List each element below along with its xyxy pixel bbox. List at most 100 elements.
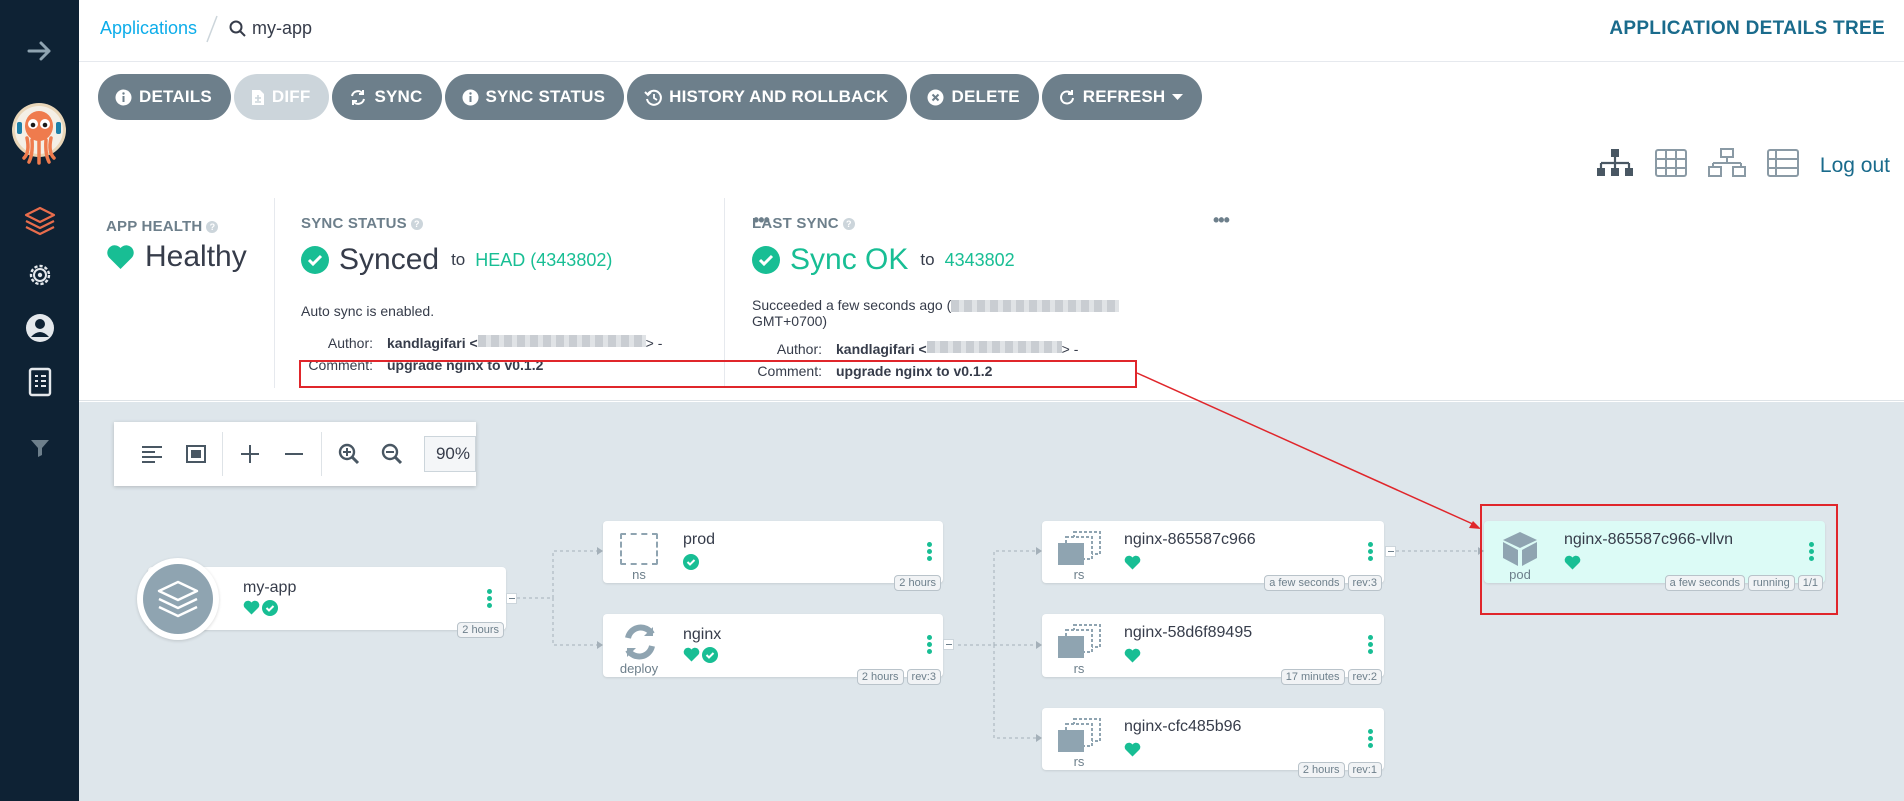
- deployment-sync-icon: [625, 624, 655, 660]
- help-icon[interactable]: ?: [842, 217, 855, 230]
- namespace-node-name: prod: [683, 531, 716, 548]
- collapse-toggle[interactable]: [943, 639, 954, 650]
- annotation-comment-highlight: [299, 360, 1137, 388]
- align-left-icon[interactable]: [130, 434, 174, 474]
- replicaset-icon: [1058, 531, 1101, 565]
- help-icon[interactable]: ?: [206, 220, 219, 233]
- check-circle-icon: [262, 600, 278, 616]
- sync-button[interactable]: SYNC: [332, 74, 442, 120]
- refresh-button[interactable]: REFRESH: [1041, 74, 1203, 120]
- app-health-status: Healthy: [106, 240, 247, 274]
- sync-status-button[interactable]: SYNC STATUS: [444, 74, 625, 120]
- node-menu-icon[interactable]: [1363, 540, 1377, 568]
- age-tag: 2 hours: [457, 622, 504, 638]
- collapse-toggle[interactable]: [506, 593, 517, 604]
- replicaset-node-name: nginx-58d6f89495: [1124, 624, 1253, 641]
- sidebar-collapse-arrow-icon[interactable]: [0, 29, 79, 73]
- node-menu-icon[interactable]: [482, 587, 496, 615]
- age-tag: 2 hours: [856, 669, 904, 685]
- redacted-email: [477, 335, 646, 347]
- pods-grid-view-icon[interactable]: [1654, 149, 1687, 182]
- replicaset-node[interactable]: rs nginx-cfc485b96 2 hours rev:1: [1042, 708, 1384, 778]
- breadcrumb-current[interactable]: my-app: [229, 18, 312, 39]
- times-circle-icon: [927, 89, 944, 106]
- namespace-node[interactable]: ns prod 2 hours: [603, 521, 943, 591]
- replicaset-node-name: nginx-865587c966: [1124, 531, 1256, 548]
- settings-gears-icon[interactable]: [0, 253, 79, 297]
- deployment-node-status: [683, 647, 718, 663]
- tree-view-icon[interactable]: [1596, 148, 1634, 183]
- app-node-badge: [137, 558, 219, 640]
- info-circle-icon: [115, 89, 132, 106]
- last-sync-revision-link[interactable]: 4343802: [945, 250, 1015, 271]
- sync-author-value: kandlagifari <: [387, 335, 478, 351]
- replicaset-node[interactable]: rs nginx-58d6f89495 17 minutes rev:2: [1042, 614, 1384, 685]
- replicaset-node[interactable]: rs nginx-865587c966 a few seconds rev:3: [1042, 521, 1384, 591]
- revision-tag: rev:3: [1347, 575, 1382, 591]
- zoom-level-input[interactable]: 90%: [424, 436, 476, 472]
- expand-plus-icon[interactable]: [228, 434, 272, 474]
- delete-button-label: DELETE: [951, 87, 1020, 106]
- user-info-icon[interactable]: [0, 306, 79, 350]
- sidebar: [0, 0, 79, 801]
- redo-icon: [1059, 89, 1076, 106]
- filter-icon[interactable]: [0, 426, 79, 470]
- sync-button-label: SYNC: [374, 87, 423, 106]
- applications-layers-icon[interactable]: [0, 199, 79, 243]
- help-icon[interactable]: ?: [410, 217, 423, 230]
- sync-status-label: SYNC STATUS ?: [301, 215, 423, 232]
- node-menu-icon[interactable]: [922, 540, 936, 568]
- logout-link[interactable]: Log out: [1820, 154, 1890, 178]
- documentation-icon[interactable]: [0, 361, 79, 405]
- last-sync-timezone: GMT+0700): [752, 313, 828, 329]
- sync-target-revision-link[interactable]: HEAD (4343802): [475, 250, 612, 271]
- history-rollback-button[interactable]: HISTORY AND ROLLBACK: [627, 74, 908, 120]
- namespace-icon: [620, 533, 658, 565]
- file-diff-icon: [251, 89, 265, 106]
- zoom-in-icon[interactable]: [327, 434, 371, 474]
- collapse-minus-icon[interactable]: [272, 434, 316, 474]
- caret-down-icon: [1172, 93, 1184, 101]
- sync-status-to: to: [451, 250, 466, 269]
- zoom-out-icon[interactable]: [371, 434, 415, 474]
- last-sync-time: Succeeded a few seconds ago ( GMT+0700): [752, 297, 1172, 329]
- delete-button[interactable]: DELETE: [910, 74, 1039, 120]
- check-circle-icon: [702, 647, 718, 663]
- deployment-node[interactable]: deploy nginx 2 hours rev:3: [603, 614, 943, 685]
- divider: [222, 432, 224, 476]
- heart-icon: [243, 600, 260, 615]
- age-tag: 2 hours: [894, 575, 941, 591]
- revision-tag: rev:3: [906, 669, 941, 685]
- refresh-button-label: REFRESH: [1082, 87, 1166, 106]
- node-menu-icon[interactable]: [922, 633, 936, 661]
- sync-status-value: Synced: [339, 243, 440, 276]
- diff-button[interactable]: DIFF: [233, 74, 330, 120]
- layers-icon: [143, 564, 213, 634]
- last-sync-value-row: Sync OK to 4343802: [752, 243, 1015, 277]
- replicaset-node-tags: 2 hours rev:1: [1297, 762, 1382, 778]
- last-sync-author-tail: > -: [1061, 341, 1079, 357]
- last-sync-author-row: Author: kandlagifari < > -: [725, 341, 1078, 357]
- collapse-toggle[interactable]: [1385, 546, 1396, 557]
- page-title: APPLICATION DETAILS TREE: [1609, 18, 1885, 39]
- sync-arrows-icon: [349, 89, 367, 106]
- list-view-icon[interactable]: [1766, 149, 1799, 182]
- app-node-tags: 2 hours: [457, 622, 504, 638]
- namespace-node-tags: 2 hours: [894, 575, 941, 591]
- details-button-label: DETAILS: [139, 87, 212, 106]
- last-sync-label-text: LAST SYNC: [752, 215, 839, 232]
- app-health-label: APP HEALTH ?: [106, 218, 219, 235]
- heart-icon: [683, 647, 700, 662]
- node-menu-icon[interactable]: [1363, 633, 1377, 661]
- last-sync-more-icon[interactable]: •••: [1213, 210, 1230, 231]
- age-tag: a few seconds: [1264, 575, 1345, 591]
- graph-controls: 90%: [114, 422, 476, 486]
- fit-screen-icon[interactable]: [174, 434, 218, 474]
- breadcrumb-applications-link[interactable]: Applications: [100, 18, 197, 39]
- deployment-node-tags: 2 hours rev:3: [856, 669, 941, 685]
- node-menu-icon[interactable]: [1363, 727, 1377, 755]
- sync-author-row: Author: kandlagifari < > -: [275, 335, 662, 351]
- network-view-icon[interactable]: [1707, 148, 1746, 183]
- details-button[interactable]: DETAILS: [98, 74, 231, 120]
- redacted-email: [926, 341, 1062, 353]
